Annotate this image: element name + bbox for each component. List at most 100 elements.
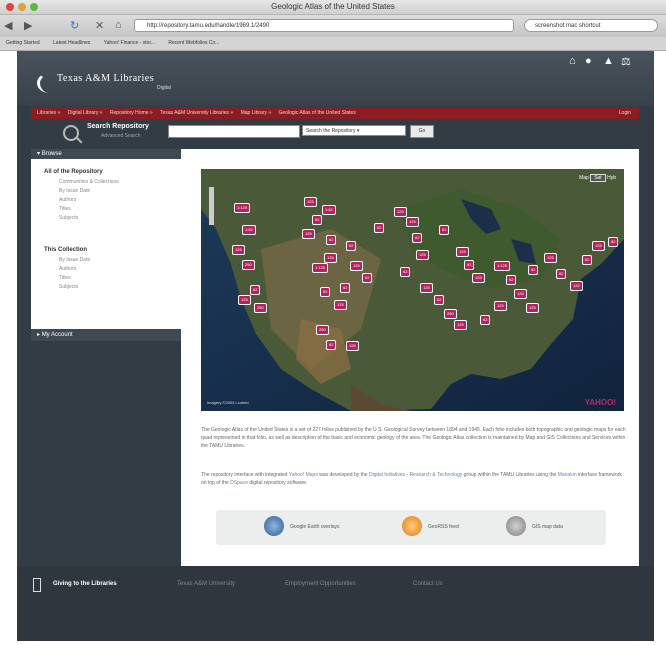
map-marker[interactable]: 62 xyxy=(312,215,323,225)
dspace-link[interactable]: DSpace xyxy=(230,480,248,486)
map-marker[interactable]: 125 xyxy=(454,320,467,330)
yahoo-maps-link[interactable]: Yahoo! Maps xyxy=(289,472,318,478)
map-marker[interactable]: 62 xyxy=(320,287,331,297)
breadcrumb-item[interactable]: Texas A&M University Libraries xyxy=(160,110,229,116)
map-marker[interactable]: 62 xyxy=(439,225,450,235)
georss-link[interactable]: GeoRSS feed xyxy=(428,524,459,530)
back-button[interactable]: ◀ xyxy=(4,19,12,32)
map-marker[interactable]: 125 xyxy=(350,261,363,271)
map-marker[interactable]: 62 xyxy=(346,241,357,251)
map-marker[interactable]: 62 xyxy=(506,275,517,285)
my-account-header[interactable]: ▸ My Account xyxy=(31,329,181,341)
home-icon[interactable]: ⌂ xyxy=(115,19,122,31)
home-icon[interactable]: ⌂ xyxy=(569,55,576,67)
map-marker[interactable]: 62 xyxy=(434,295,445,305)
browser-search-field[interactable]: screenshot mac shortcut xyxy=(524,19,658,32)
bookmark-item[interactable]: Recent Webfolios Co... xyxy=(168,40,219,46)
rss-icon[interactable] xyxy=(402,516,422,536)
map-marker[interactable]: 125 xyxy=(394,207,407,217)
breadcrumb-item[interactable]: Libraries xyxy=(37,110,56,116)
map-marker[interactable]: 1:125 xyxy=(234,203,251,213)
map-marker[interactable]: 1:62 xyxy=(322,205,336,215)
map-marker[interactable]: 1:62 xyxy=(242,225,256,235)
map-marker[interactable]: 125 xyxy=(232,245,245,255)
map-marker[interactable]: 62 xyxy=(326,340,337,350)
map-marker[interactable]: 125 xyxy=(420,283,433,293)
satellite-map[interactable]: 1:125 1:62 125 250 62 125 250 125 62 125 1:62 62 125… xyxy=(201,169,624,411)
map-marker[interactable]: 125 xyxy=(334,300,347,310)
map-marker[interactable]: 62 xyxy=(374,223,385,233)
map-marker[interactable]: 125 xyxy=(346,341,359,351)
map-type-sat[interactable]: Sat xyxy=(590,174,606,182)
map-marker[interactable]: 62 xyxy=(250,285,261,295)
sidebar-item-issue-date[interactable]: By Issue Date xyxy=(59,188,90,194)
zoom-slider[interactable] xyxy=(209,187,214,225)
advanced-search-link[interactable]: Advanced Search xyxy=(101,133,140,139)
footer-link-tamu[interactable]: Texas A&M University xyxy=(177,581,235,587)
map-marker[interactable]: 62 xyxy=(464,260,475,270)
map-marker[interactable]: 250 xyxy=(254,303,267,313)
map-marker[interactable]: 250 xyxy=(444,309,457,319)
breadcrumb-item[interactable]: Digital Library xyxy=(68,110,99,116)
gis-data-icon[interactable] xyxy=(506,516,526,536)
bookmark-item[interactable]: Getting Started xyxy=(6,40,40,46)
chat-icon[interactable]: ● xyxy=(585,55,592,67)
stop-icon[interactable]: ✕ xyxy=(95,19,104,32)
scales-icon[interactable]: ⚖ xyxy=(621,55,631,68)
breadcrumb-item[interactable]: Map Library xyxy=(241,110,267,116)
map-marker[interactable]: 62 xyxy=(582,255,593,265)
map-marker[interactable]: 125 xyxy=(304,197,317,207)
search-scope-select[interactable]: Search the Repository ▾ xyxy=(302,125,406,136)
map-marker[interactable]: 125 xyxy=(494,301,507,311)
search-input[interactable] xyxy=(168,125,300,138)
map-marker[interactable]: 125 xyxy=(570,281,583,291)
google-earth-link[interactable]: Google Earth overlays xyxy=(290,524,339,530)
go-button[interactable]: Go xyxy=(410,125,434,138)
giving-link[interactable]: Giving to the Libraries xyxy=(53,581,117,587)
forward-button[interactable]: ▶ xyxy=(24,19,32,32)
map-marker[interactable]: 250 xyxy=(242,260,255,270)
sidebar-item-collection-issue-date[interactable]: By Issue Date xyxy=(59,257,90,263)
map-marker[interactable]: 125 xyxy=(514,289,527,299)
map-marker[interactable]: 62 xyxy=(556,269,567,279)
sidebar-item-collection-titles[interactable]: Titles xyxy=(59,275,71,281)
sidebar-item-collection-authors[interactable]: Authors xyxy=(59,266,76,272)
map-marker[interactable]: 62 xyxy=(400,267,411,277)
map-marker[interactable]: 125 xyxy=(302,229,315,239)
map-marker[interactable]: 125 xyxy=(592,241,605,251)
site-logo[interactable]: Texas A&M Libraries xyxy=(57,73,154,84)
map-marker[interactable]: 250 xyxy=(316,325,329,335)
sidebar-item-titles[interactable]: Titles xyxy=(59,206,71,212)
map-marker[interactable]: 62 xyxy=(412,233,423,243)
map-marker[interactable]: 62 xyxy=(362,273,373,283)
warning-icon[interactable]: ▲ xyxy=(603,55,614,67)
reload-icon[interactable]: ↻ xyxy=(70,19,79,32)
map-type-map[interactable]: Map xyxy=(579,175,589,181)
map-marker[interactable]: 125 xyxy=(416,250,429,260)
sidebar-item-communities[interactable]: Communities & Collections xyxy=(59,179,119,185)
map-marker[interactable]: 125 xyxy=(456,247,469,257)
map-marker[interactable]: 125 xyxy=(472,273,485,283)
map-marker[interactable]: 125 xyxy=(526,303,539,313)
map-marker[interactable]: 125 xyxy=(544,253,557,263)
bookmark-item[interactable]: Latest Headlines xyxy=(53,40,90,46)
breadcrumb-item[interactable]: Repository Home xyxy=(110,110,149,116)
gis-data-link[interactable]: GIS map data xyxy=(532,524,563,530)
map-marker[interactable]: 62 xyxy=(340,283,351,293)
map-marker[interactable]: 62 xyxy=(480,315,491,325)
map-marker[interactable]: 62 xyxy=(608,237,619,247)
map-type-hyb[interactable]: Hyb xyxy=(607,175,616,181)
browse-header[interactable]: ▾ Browse xyxy=(31,149,181,159)
map-marker[interactable]: 125 xyxy=(406,217,419,227)
map-marker[interactable]: 62 xyxy=(326,235,337,245)
sidebar-item-subjects[interactable]: Subjects xyxy=(59,215,78,221)
map-marker[interactable]: 1:125 xyxy=(494,261,511,271)
bookmark-item[interactable]: Yahoo! Finance - stor... xyxy=(104,40,155,46)
google-earth-icon[interactable] xyxy=(264,516,284,536)
digital-initiatives-link[interactable]: Digital Initiatives - Research & Technol… xyxy=(369,472,462,478)
footer-link-contact[interactable]: Contact Us xyxy=(413,581,443,587)
sidebar-item-authors[interactable]: Authors xyxy=(59,197,76,203)
map-marker[interactable]: 62 xyxy=(528,265,539,275)
sidebar-item-collection-subjects[interactable]: Subjects xyxy=(59,284,78,290)
map-marker[interactable]: 1:125 xyxy=(312,263,329,273)
